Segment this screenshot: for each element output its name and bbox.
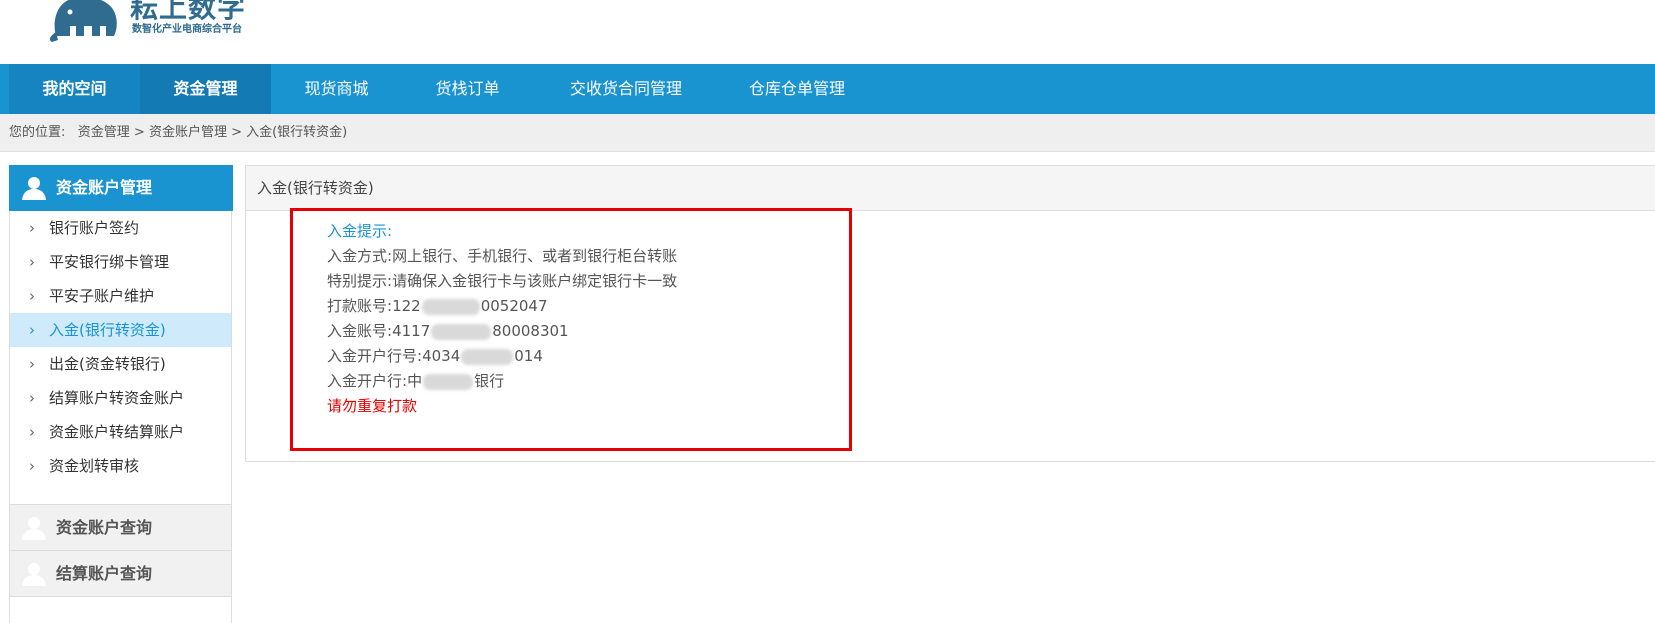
bank-name-line: 入金开户行:中 银行 xyxy=(327,372,505,390)
nav-warehouse-orders[interactable]: 货栈订单 xyxy=(402,64,533,114)
sidebar-item-fund-to-settle[interactable]: › 资金账户转结算账户 xyxy=(10,415,231,449)
sidebar-item-label: 平安银行绑卡管理 xyxy=(49,253,170,271)
bank-number-line: 入金开户行号:4034 014 xyxy=(327,347,543,365)
chevron-right-icon: › xyxy=(29,321,35,339)
sidebar-item-withdraw[interactable]: › 出金(资金转银行) xyxy=(10,347,231,381)
sidebar-group-label: 资金账户查询 xyxy=(56,518,153,537)
sidebar-item-label: 银行账户签约 xyxy=(49,219,140,237)
chevron-right-icon: › xyxy=(29,423,35,441)
main-nav: 我的空间 资金管理 现货商城 货栈订单 交收货合同管理 仓库仓单管理 xyxy=(0,64,1655,114)
duplicate-payment-warning: 请勿重复打款 xyxy=(327,397,418,415)
pay-account-line: 打款账号:122 0052047 xyxy=(327,297,548,315)
elephant-logo-icon xyxy=(49,0,117,42)
panel-title: 入金(银行转资金) xyxy=(246,166,1655,211)
redacted-mask xyxy=(431,323,492,340)
sidebar-item-bank-signing[interactable]: › 银行账户签约 xyxy=(10,211,231,245)
nav-delivery-contracts[interactable]: 交收货合同管理 xyxy=(546,64,706,114)
nav-warehouse-receipts[interactable]: 仓库仓单管理 xyxy=(722,64,872,114)
deposit-method-line: 入金方式:网上银行、手机银行、或者到银行柜台转账 xyxy=(327,247,678,265)
header: 耘上数字 数智化产业电商综合平台 xyxy=(0,0,1655,64)
sidebar: 资金账户管理 › 银行账户签约 › 平安银行绑卡管理 › 平安子账户维护 › 入金(银行… xyxy=(9,165,233,623)
redacted-mask xyxy=(421,298,480,315)
breadcrumb-path: 资金管理 > 资金账户管理 > 入金(银行转资金) xyxy=(77,125,348,140)
chevron-right-icon: › xyxy=(29,219,35,237)
sidebar-group-label: 结算账户查询 xyxy=(56,564,153,583)
chevron-right-icon: › xyxy=(29,457,35,475)
sidebar-header-label: 资金账户管理 xyxy=(56,178,153,197)
breadcrumb: 您的位置: 资金管理 > 资金账户管理 > 入金(银行转资金) xyxy=(0,114,1655,152)
user-icon xyxy=(22,563,46,586)
sidebar-item-label: 资金账户转结算账户 xyxy=(49,423,185,441)
nav-fund-management[interactable]: 资金管理 xyxy=(140,64,271,114)
logo-subtitle: 数智化产业电商综合平台 xyxy=(132,24,242,35)
deposit-account-line: 入金账号:4117 8000830​1 xyxy=(327,322,569,340)
special-tip-line: 特别提示:请确保入金银行卡与该账户绑定银行卡一致 xyxy=(327,272,678,290)
user-icon xyxy=(22,517,46,540)
sidebar-item-pingan-card[interactable]: › 平安银行绑卡管理 xyxy=(10,245,231,279)
chevron-right-icon: › xyxy=(29,389,35,407)
nav-my-space[interactable]: 我的空间 xyxy=(9,64,140,114)
chevron-right-icon: › xyxy=(29,253,35,271)
sidebar-header-fund-account[interactable]: 资金账户管理 xyxy=(9,165,233,211)
deposit-notice-box: 入金提示: 入金方式:网上银行、手机银行、或者到银行柜台转账 特别提示:请确保入… xyxy=(290,208,852,451)
sidebar-item-pingan-subaccount[interactable]: › 平安子账户维护 xyxy=(10,279,231,313)
sidebar-item-label: 出金(资金转银行) xyxy=(49,355,166,373)
redacted-mask xyxy=(461,348,514,365)
sidebar-item-label: 入金(银行转资金) xyxy=(49,321,166,339)
sidebar-bottom-divider xyxy=(10,596,231,623)
sidebar-item-settle-to-fund[interactable]: › 结算账户转资金账户 xyxy=(10,381,231,415)
user-icon xyxy=(22,177,46,200)
sidebar-group-settle-query[interactable]: 结算账户查询 xyxy=(10,550,231,596)
breadcrumb-prefix: 您的位置: xyxy=(9,125,66,140)
sidebar-item-transfer-review[interactable]: › 资金划转审核 xyxy=(10,449,231,483)
chevron-right-icon: › xyxy=(29,355,35,373)
chevron-right-icon: › xyxy=(29,287,35,305)
sidebar-menu: › 银行账户签约 › 平安银行绑卡管理 › 平安子账户维护 › 入金(银行转资金) › 出… xyxy=(10,211,231,483)
sidebar-item-label: 资金划转审核 xyxy=(49,457,140,475)
deposit-tip-label: 入金提示: xyxy=(327,222,393,240)
nav-spot-mall[interactable]: 现货商城 xyxy=(271,64,402,114)
sidebar-item-label: 平安子账户维护 xyxy=(49,287,155,305)
redacted-mask xyxy=(423,373,474,390)
sidebar-group-fund-query[interactable]: 资金账户查询 xyxy=(10,504,231,550)
sidebar-item-label: 结算账户转资金账户 xyxy=(49,389,185,407)
logo[interactable]: 耘上数字 数智化产业电商综合平台 xyxy=(48,0,248,44)
sidebar-item-deposit[interactable]: › 入金(银行转资金) xyxy=(10,313,231,347)
